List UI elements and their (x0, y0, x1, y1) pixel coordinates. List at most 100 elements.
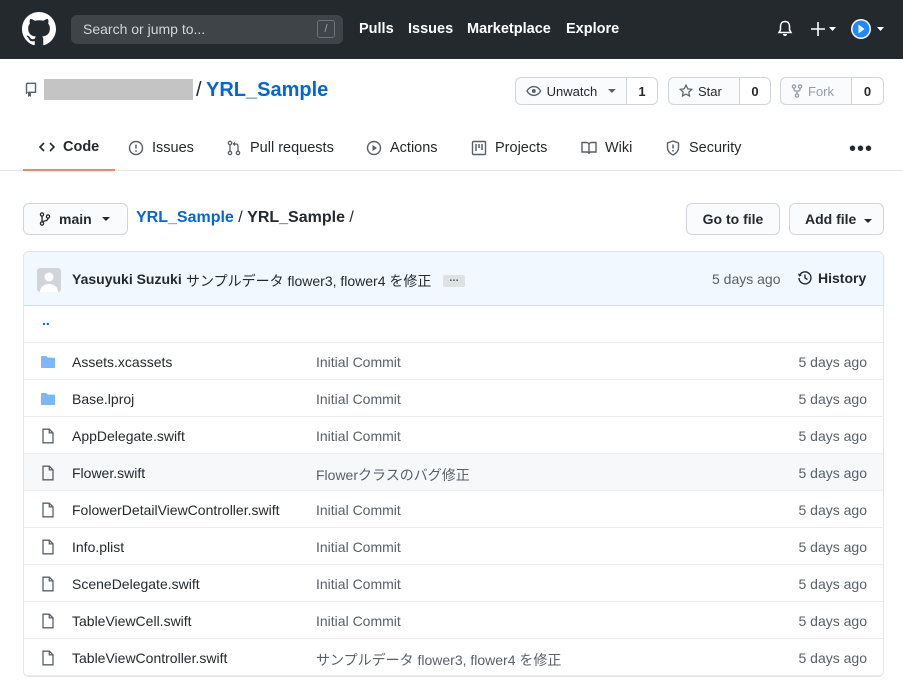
file-commit-message[interactable]: Initial Commit (316, 428, 401, 444)
play-icon (366, 140, 382, 155)
file-commit-message[interactable]: Flowerクラスのバグ修正 (316, 465, 470, 485)
file-commit-message[interactable]: Initial Commit (316, 502, 401, 518)
file-icon (42, 650, 54, 666)
history-label: History (818, 270, 867, 286)
file-icon (42, 502, 54, 518)
file-commit-message[interactable]: Initial Commit (316, 539, 401, 555)
tab-actions[interactable]: Actions (366, 124, 438, 171)
tab-issues-label: Issues (152, 139, 194, 156)
watchers-count[interactable]: 1 (627, 78, 657, 104)
history-icon (798, 271, 812, 285)
file-icon (42, 576, 54, 592)
file-commit-time: 5 days ago (798, 613, 868, 629)
go-to-file-button[interactable]: Go to file (686, 203, 780, 235)
file-name-link[interactable]: Base.lproj (72, 391, 134, 407)
file-icon (42, 613, 54, 629)
table-row[interactable]: AppDelegate.swift Initial Commit 5 days ag… (24, 417, 883, 454)
latest-commit-bar: Yasuyuki Suzuki サンプルデータ flower3, flower4… (24, 252, 883, 306)
tab-issues[interactable]: Issues (128, 124, 194, 171)
nav-issues[interactable]: Issues (408, 21, 453, 37)
file-name-link[interactable]: Flower.swift (72, 465, 145, 481)
avatar[interactable] (37, 268, 61, 292)
table-row[interactable]: SceneDelegate.swift Initial Commit 5 days … (24, 565, 883, 602)
forks-count[interactable]: 0 (852, 78, 883, 104)
commit-message[interactable]: サンプルデータ flower3, flower4 を修正 (186, 271, 431, 291)
github-logo-icon[interactable] (22, 12, 56, 46)
tab-pull-requests-label: Pull requests (250, 139, 334, 156)
file-icon (42, 465, 54, 481)
table-row[interactable]: Info.plist Initial Commit 5 days ago (24, 528, 883, 565)
file-name-link[interactable]: AppDelegate.swift (72, 428, 185, 444)
table-row[interactable]: FolowerDetailViewController.swift Initial… (24, 491, 883, 528)
repo-owner-redacted[interactable] (44, 79, 193, 100)
chevron-down-icon (864, 219, 873, 223)
file-commit-message[interactable]: Initial Commit (316, 354, 401, 370)
unwatch-button[interactable]: Unwatch (516, 78, 627, 104)
file-commit-time: 5 days ago (798, 428, 868, 444)
tab-security[interactable]: Security (665, 124, 741, 171)
tab-code[interactable]: Code (23, 124, 116, 171)
nav-pulls[interactable]: Pulls (359, 21, 394, 37)
star-button[interactable]: Star (669, 78, 740, 104)
file-name-link[interactable]: TableViewController.swift (72, 650, 227, 666)
fork-label: Fork (808, 83, 834, 99)
breadcrumb-repo-link[interactable]: YRL_Sample (136, 209, 234, 226)
commit-author[interactable]: Yasuyuki Suzuki (72, 271, 182, 287)
breadcrumb: YRL_Sample / YRL_Sample / (136, 209, 354, 227)
file-commit-message[interactable]: Initial Commit (316, 613, 401, 629)
fork-button[interactable]: Fork (781, 78, 852, 104)
parent-directory-row[interactable]: .. (24, 306, 883, 343)
tab-projects[interactable]: Projects (471, 124, 547, 171)
file-name-link[interactable]: SceneDelegate.swift (72, 576, 200, 592)
breadcrumb-current-dir: YRL_Sample (247, 209, 345, 226)
repo-tabs: Code Issues Pull requests Actions Projec… (0, 124, 903, 171)
table-row[interactable]: TableViewController.swift サンプルデータ flower3… (24, 639, 883, 676)
add-file-button[interactable]: Add file (789, 203, 884, 235)
commit-time: 5 days ago (712, 271, 781, 287)
code-icon (39, 141, 55, 152)
file-commit-time: 5 days ago (798, 650, 868, 666)
file-commit-time: 5 days ago (798, 391, 868, 407)
unwatch-button-group: Unwatch 1 (515, 77, 658, 105)
repo-path-separator: / (196, 79, 202, 101)
file-icon (42, 539, 54, 555)
table-row[interactable]: TableViewCell.swift Initial Commit 5 days … (24, 602, 883, 639)
branch-select-button[interactable]: main (23, 203, 128, 235)
file-name-link[interactable]: Assets.xcassets (72, 354, 172, 370)
file-commit-message[interactable]: Initial Commit (316, 576, 401, 592)
tab-wiki[interactable]: Wiki (581, 124, 632, 171)
stars-count[interactable]: 0 (740, 78, 770, 104)
star-label: Star (698, 83, 722, 99)
unwatch-label: Unwatch (546, 83, 598, 99)
tab-pull-requests[interactable]: Pull requests (226, 124, 334, 171)
file-commit-message[interactable]: Initial Commit (316, 391, 401, 407)
shield-icon (666, 139, 680, 156)
more-tabs-button[interactable]: ••• (849, 138, 873, 161)
repo-name-link[interactable]: YRL_Sample (206, 79, 328, 102)
file-name-link[interactable]: TableViewCell.swift (72, 613, 192, 629)
fork-button-group: Fork 0 (780, 77, 884, 105)
file-name-link[interactable]: Info.plist (72, 539, 124, 555)
table-row[interactable]: Base.lproj Initial Commit 5 days ago (24, 380, 883, 417)
table-row[interactable]: Flower.swift Flowerクラスのバグ修正 5 days ago (24, 454, 883, 491)
file-commit-time: 5 days ago (798, 539, 868, 555)
file-list: Yasuyuki Suzuki サンプルデータ flower3, flower4… (23, 251, 884, 677)
nav-explore[interactable]: Explore (566, 21, 619, 37)
create-new-plus-icon[interactable] (810, 20, 838, 38)
eye-icon (526, 85, 542, 97)
expand-commit-button[interactable]: … (443, 274, 465, 287)
file-commit-message[interactable]: サンプルデータ flower3, flower4 を修正 (316, 650, 561, 670)
table-row[interactable]: Assets.xcassets Initial Commit 5 days ago (24, 343, 883, 380)
breadcrumb-separator: / (233, 209, 248, 226)
file-commit-time: 5 days ago (798, 576, 868, 592)
user-avatar-menu-icon[interactable] (851, 19, 885, 39)
nav-marketplace[interactable]: Marketplace (467, 21, 551, 37)
global-header: Search or jump to... / Pulls Issues Mark… (0, 0, 903, 59)
file-name-link[interactable]: FolowerDetailViewController.swift (72, 502, 279, 518)
bell-icon[interactable] (777, 20, 793, 38)
book-icon (581, 141, 597, 154)
history-link[interactable]: History (797, 270, 866, 286)
chevron-down-icon (608, 89, 616, 93)
parent-directory-link[interactable]: .. (42, 312, 50, 328)
search-input[interactable]: Search or jump to... / (71, 15, 343, 44)
